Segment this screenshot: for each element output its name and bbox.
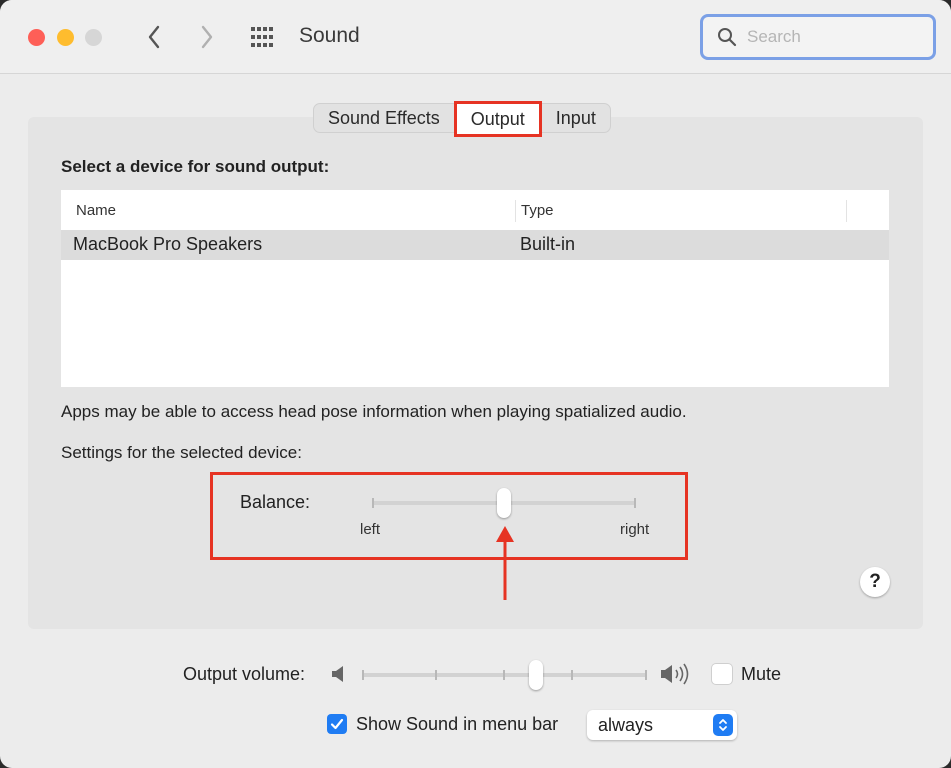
speaker-high-icon — [661, 663, 689, 685]
mute-label: Mute — [741, 664, 782, 684]
zoom-window-button[interactable] — [85, 29, 102, 46]
column-divider — [515, 200, 516, 222]
window-title: Sound — [299, 24, 360, 47]
table-header: Name Type — [61, 190, 889, 230]
sound-preferences-window: Sound Sound Effects Output Input Select … — [0, 0, 951, 768]
speaker-low-icon — [332, 666, 343, 682]
slider-tick — [435, 670, 437, 680]
checkmark-icon — [330, 718, 344, 730]
slider-tick — [634, 498, 636, 508]
forward-button[interactable] — [195, 22, 219, 52]
menu-bar-visibility-select[interactable]: always — [587, 710, 737, 740]
balance-left-label: left — [360, 521, 381, 538]
balance-label: Balance: — [240, 492, 311, 512]
chevron-up-down-icon — [719, 719, 727, 731]
tab-input[interactable]: Input — [542, 104, 610, 132]
show-all-button[interactable] — [250, 26, 278, 48]
slider-tick — [372, 498, 374, 508]
search-input[interactable] — [747, 27, 917, 47]
output-volume-slider-thumb[interactable] — [528, 660, 543, 690]
column-header-name[interactable]: Name — [76, 202, 116, 219]
balance-right-label: right — [620, 521, 650, 538]
chevron-left-icon — [148, 25, 160, 49]
head-pose-note: Apps may be able to access head pose inf… — [61, 402, 687, 421]
settings-label: Settings for the selected device: — [61, 443, 302, 462]
slider-tick — [571, 670, 573, 680]
output-volume-label: Output volume: — [183, 664, 306, 684]
slider-tick — [362, 670, 364, 680]
tab-output[interactable]: Output — [453, 101, 542, 137]
show-in-menu-bar-checkbox[interactable] — [327, 714, 347, 734]
select-value: always — [598, 715, 654, 735]
slider-tick — [503, 670, 505, 680]
show-in-menu-bar-label: Show Sound in menu bar — [356, 714, 559, 734]
select-stepper — [713, 714, 733, 736]
grid-icon — [251, 27, 273, 47]
tab-sound-effects[interactable]: Sound Effects — [314, 104, 454, 132]
section-title: Select a device for sound output: — [61, 157, 330, 176]
minimize-window-button[interactable] — [57, 29, 74, 46]
mute-checkbox[interactable] — [712, 664, 732, 684]
search-icon — [718, 28, 737, 47]
title-bar: Sound — [0, 0, 951, 74]
help-button[interactable]: ? — [860, 567, 890, 597]
column-header-type[interactable]: Type — [521, 202, 554, 219]
table-row[interactable]: MacBook Pro Speakers Built-in — [61, 230, 889, 260]
output-volume-slider[interactable] — [362, 660, 647, 690]
device-type: Built-in — [520, 234, 576, 254]
output-device-table: Name Type MacBook Pro Speakers Built-in — [61, 190, 889, 387]
close-window-button[interactable] — [28, 29, 45, 46]
back-button[interactable] — [142, 22, 166, 52]
balance-slider[interactable] — [372, 488, 636, 518]
balance-slider-thumb[interactable] — [497, 488, 511, 518]
annotation-arrow-icon — [496, 526, 514, 600]
device-name: MacBook Pro Speakers — [73, 234, 263, 254]
search-field[interactable] — [700, 14, 936, 60]
column-divider — [846, 200, 847, 222]
tab-bar: Sound Effects Output Input — [313, 101, 611, 137]
slider-tick — [645, 670, 647, 680]
chevron-right-icon — [201, 25, 213, 49]
